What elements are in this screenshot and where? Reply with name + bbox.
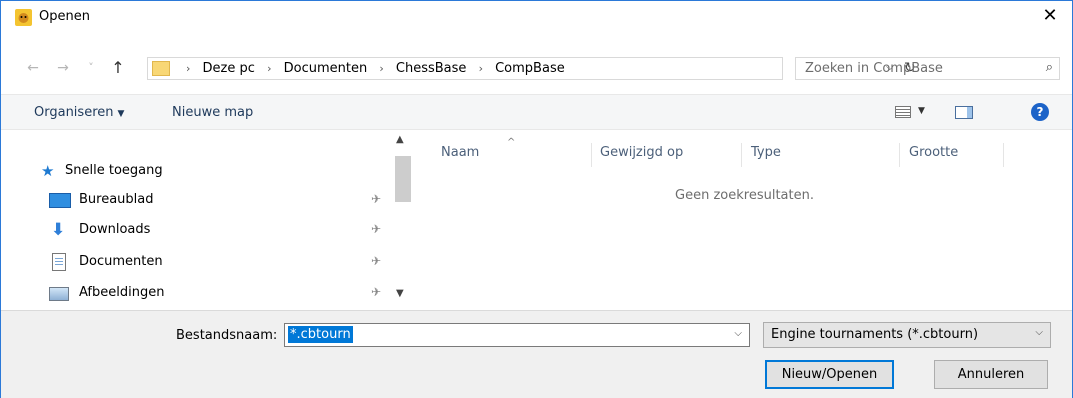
search-icon[interactable]: ⌕	[1046, 60, 1053, 75]
pin-icon: ✈	[371, 192, 382, 206]
dialog-footer: Bestandsnaam: *.cbtourn ⌵ Engine tournam…	[1, 310, 1072, 398]
nav-item-afbeeldingen[interactable]: Afbeeldingen ✈	[41, 282, 401, 306]
nav-item-downloads[interactable]: ⬇ Downloads ✈	[41, 219, 401, 243]
preview-pane-icon[interactable]	[955, 106, 973, 119]
filename-input[interactable]: *.cbtourn ⌵	[284, 323, 750, 347]
address-row: ← → ˅ ↑ › Deze pc › Documenten › ChessBa…	[1, 53, 1072, 83]
column-header-naam[interactable]: ^ Naam	[417, 137, 592, 167]
download-icon: ⬇	[51, 220, 66, 240]
pin-icon: ✈	[371, 285, 382, 299]
breadcrumb: › Deze pc › Documenten › ChessBase › Com…	[186, 61, 565, 76]
search-placeholder: Zoeken in CompBase	[805, 61, 943, 76]
filename-dropdown-icon[interactable]: ⌵	[734, 328, 742, 339]
nav-item-documenten[interactable]: Documenten ✈	[41, 251, 401, 275]
file-list[interactable]: ^ Naam Gewijzigd op Type Grootte Geen zo…	[417, 131, 1072, 309]
empty-message: Geen zoekresultaten.	[675, 188, 814, 203]
breadcrumb-item-documenten[interactable]: Documenten	[284, 61, 368, 76]
column-header-gewijzigd-op[interactable]: Gewijzigd op	[592, 143, 742, 167]
close-button[interactable]: ✕	[1028, 1, 1072, 33]
file-type-value: Engine tournaments (*.cbtourn)	[771, 327, 979, 342]
help-icon[interactable]: ?	[1031, 103, 1049, 121]
breadcrumb-item-compbase[interactable]: CompBase	[495, 61, 565, 76]
filename-label: Bestandsnaam:	[176, 328, 278, 343]
star-icon: ★	[41, 162, 55, 180]
column-header-grootte[interactable]: Grootte	[900, 143, 1004, 167]
close-icon: ✕	[1042, 5, 1058, 26]
chevron-down-icon: ▼	[117, 109, 125, 119]
breadcrumb-item-deze-pc[interactable]: Deze pc	[203, 61, 255, 76]
forward-button[interactable]: →	[53, 58, 73, 78]
pin-icon: ✈	[371, 254, 382, 268]
chessbase-app-icon	[15, 9, 32, 26]
title-bar[interactable]: Openen ✕	[1, 1, 1072, 33]
scroll-up-icon[interactable]: ▲	[396, 134, 404, 145]
file-type-select[interactable]: Engine tournaments (*.cbtourn) ⌵	[763, 322, 1051, 348]
recent-locations-button[interactable]: ˅	[81, 58, 101, 78]
view-options-chevron-icon[interactable]: ▼	[918, 106, 925, 116]
up-button[interactable]: ↑	[108, 58, 128, 78]
address-bar[interactable]: › Deze pc › Documenten › ChessBase › Com…	[147, 57, 916, 80]
filename-value[interactable]: *.cbtourn	[288, 326, 353, 343]
folder-icon	[152, 61, 170, 76]
pin-icon: ✈	[371, 222, 382, 236]
window-title: Openen	[39, 9, 90, 24]
navigation-pane: ★ Snelle toegang Bureaublad ✈ ⬇ Download…	[1, 131, 415, 309]
organize-button[interactable]: Organiseren ▼	[34, 105, 124, 120]
desktop-icon	[49, 193, 71, 208]
chevron-down-icon: ⌵	[1035, 327, 1043, 338]
new-folder-button[interactable]: Nieuwe map	[172, 105, 253, 120]
nav-item-bureaublad[interactable]: Bureaublad ✈	[41, 189, 401, 213]
scroll-down-icon[interactable]: ▼	[396, 288, 404, 299]
open-dialog: Openen ✕ ← → ˅ ↑ › Deze pc › Documenten …	[0, 0, 1073, 398]
scrollbar-thumb[interactable]	[395, 156, 411, 202]
sort-ascending-icon: ^	[507, 137, 516, 148]
nav-quick-access[interactable]: ★ Snelle toegang	[41, 160, 401, 184]
back-button[interactable]: ←	[23, 58, 43, 78]
column-header-type[interactable]: Type	[742, 143, 900, 167]
pictures-icon	[49, 287, 69, 301]
command-bar: Organiseren ▼ Nieuwe map ▼ ?	[1, 94, 1072, 130]
navigation-scrollbar[interactable]: ▲ ▼	[394, 131, 411, 309]
breadcrumb-item-chessbase[interactable]: ChessBase	[396, 61, 467, 76]
search-input[interactable]: Zoeken in CompBase ⌕	[795, 57, 1060, 80]
document-icon	[52, 253, 66, 271]
view-options-icon[interactable]	[895, 106, 911, 118]
cancel-button[interactable]: Annuleren	[934, 360, 1048, 389]
open-button[interactable]: Nieuw/Openen	[765, 360, 894, 389]
